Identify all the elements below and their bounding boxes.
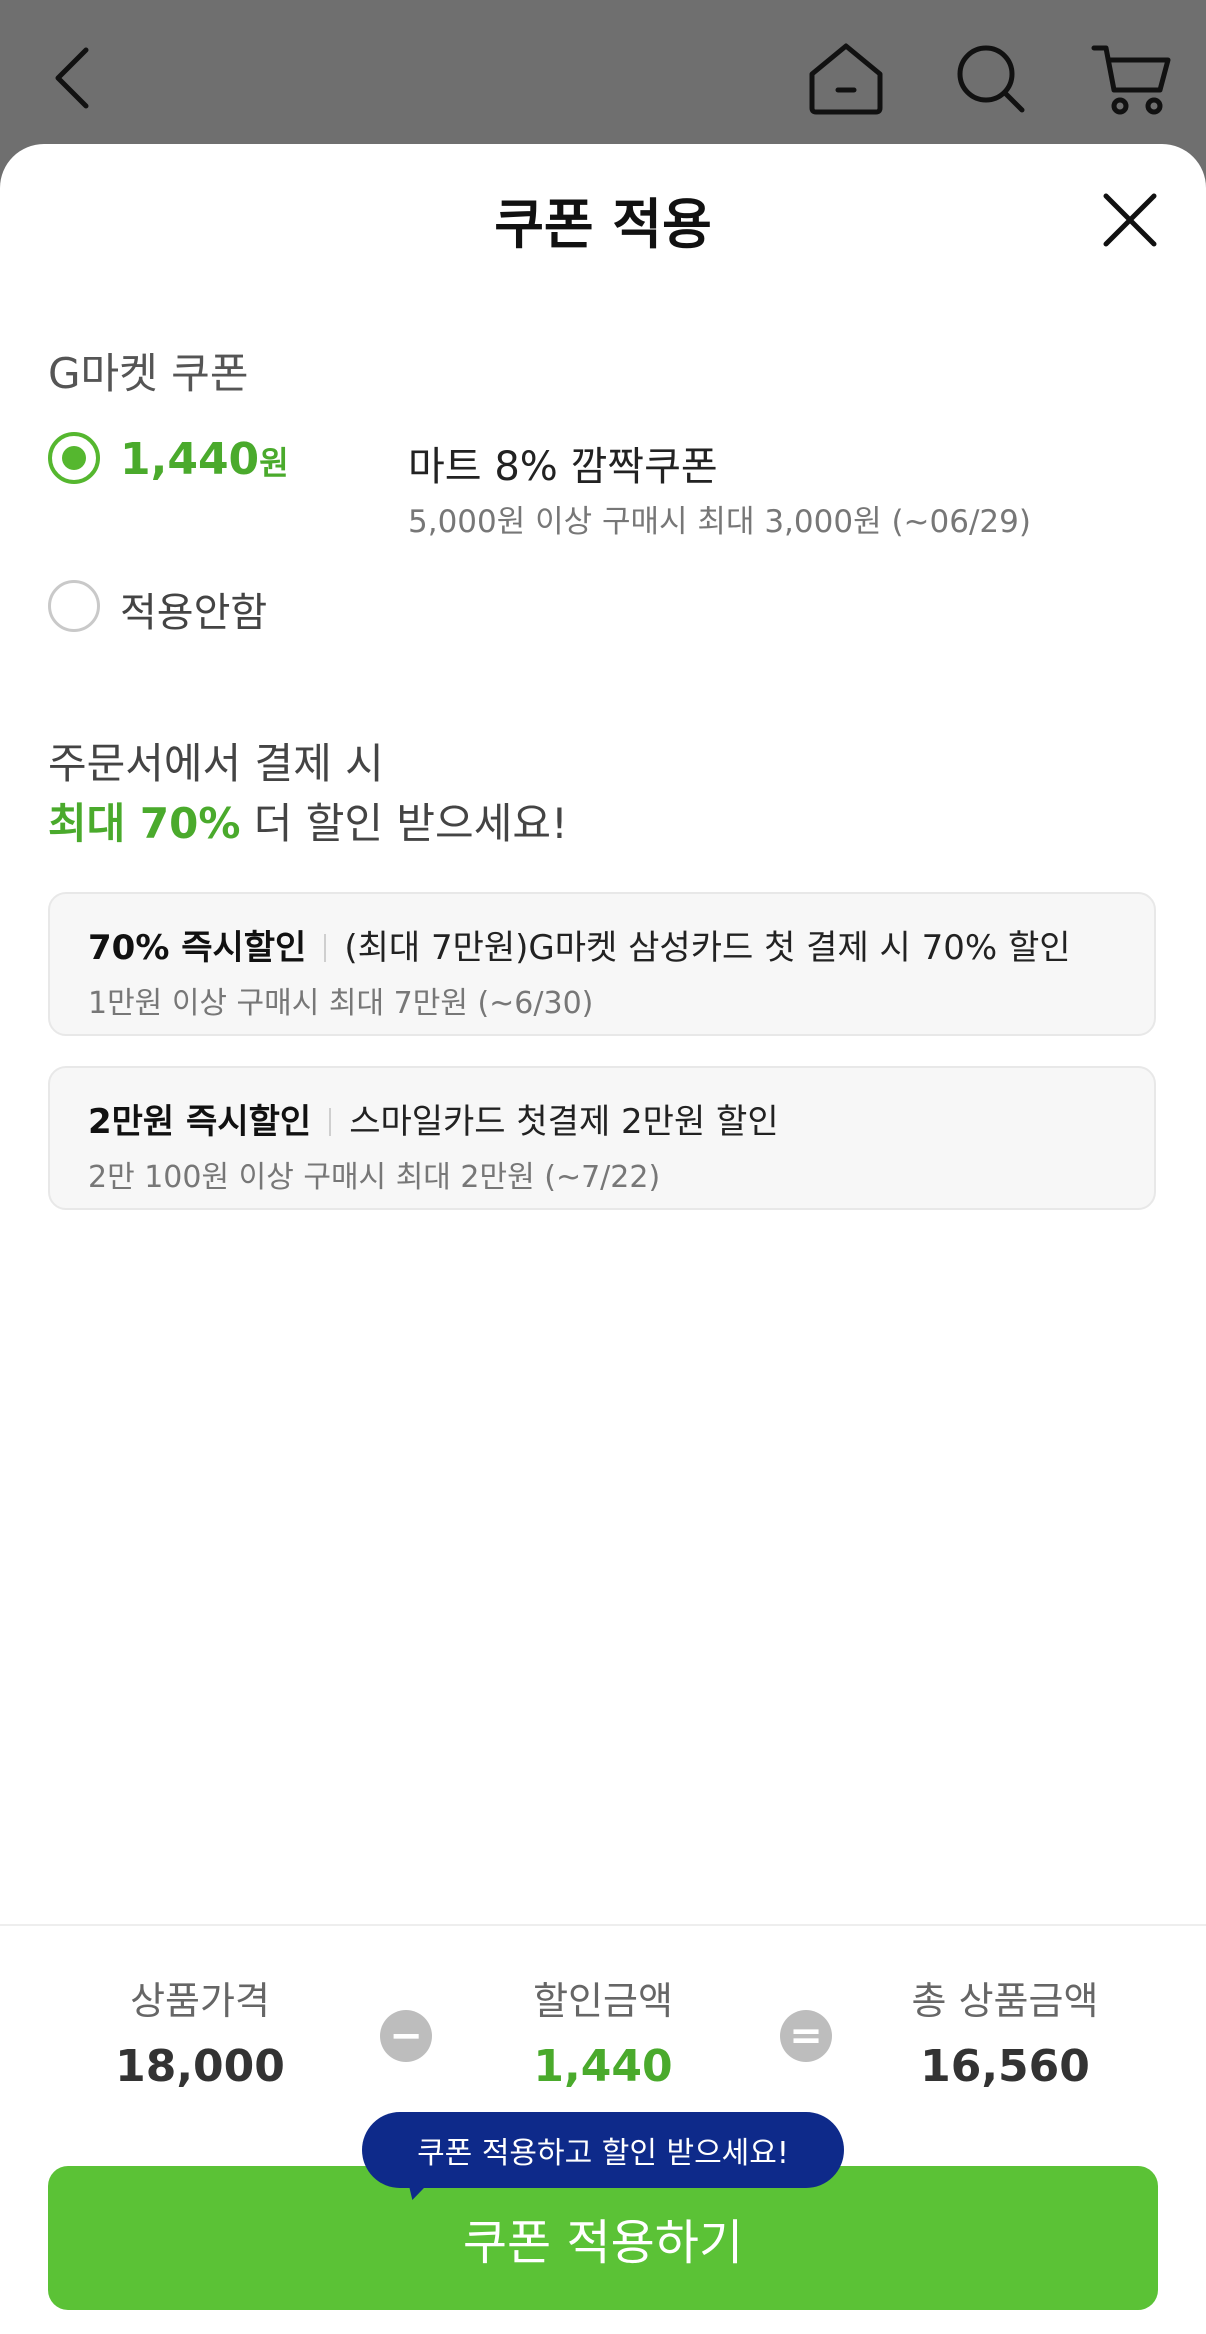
coupon-condition: 5,000원 이상 구매시 최대 3,000원 (~06/29) <box>408 504 1031 540</box>
gmarket-coupon-label: G마켓 쿠폰 <box>48 349 249 398</box>
cart-icon[interactable] <box>1080 28 1180 128</box>
no-coupon-radio[interactable] <box>48 580 100 632</box>
sheet-title: 쿠폰 적용 <box>494 193 712 256</box>
promo-heading: 주문서에서 결제 시 최대 70% 더 할인 받으세요! <box>48 739 568 848</box>
back-icon[interactable] <box>22 28 122 128</box>
total-amount: 총 상품금액 16,560 <box>911 1979 1099 2092</box>
promo-card[interactable]: 70% 즉시할인 (최대 7만원)G마켓 삼성카드 첫 결제 시 70% 할인 1… <box>48 892 1156 1036</box>
divider <box>324 934 327 962</box>
coupon-name: 마트 8% 깜짝쿠폰 <box>408 444 718 490</box>
promo-card[interactable]: 2만원 즉시할인 스마일카드 첫결제 2만원 할인 2만 100원 이상 구매시 … <box>48 1066 1156 1210</box>
close-button[interactable] <box>1092 182 1168 258</box>
product-price: 상품가격 18,000 <box>115 1979 285 2092</box>
divider <box>329 1108 332 1136</box>
footer-divider <box>0 1924 1206 1926</box>
equals-icon: = <box>780 2010 832 2062</box>
apply-tooltip: 쿠폰 적용하고 할인 받으세요! <box>362 2112 844 2188</box>
search-icon[interactable] <box>940 28 1040 128</box>
minus-icon: − <box>380 2010 432 2062</box>
coupon-amount: 1,440원 <box>120 434 289 485</box>
top-nav <box>0 0 1206 150</box>
home-icon[interactable] <box>796 28 896 128</box>
close-icon <box>1103 193 1157 247</box>
discount-amount: 할인금액 1,440 <box>533 1979 673 2092</box>
coupon-radio-selected[interactable] <box>48 432 100 484</box>
no-coupon-label: 적용안함 <box>120 590 268 636</box>
